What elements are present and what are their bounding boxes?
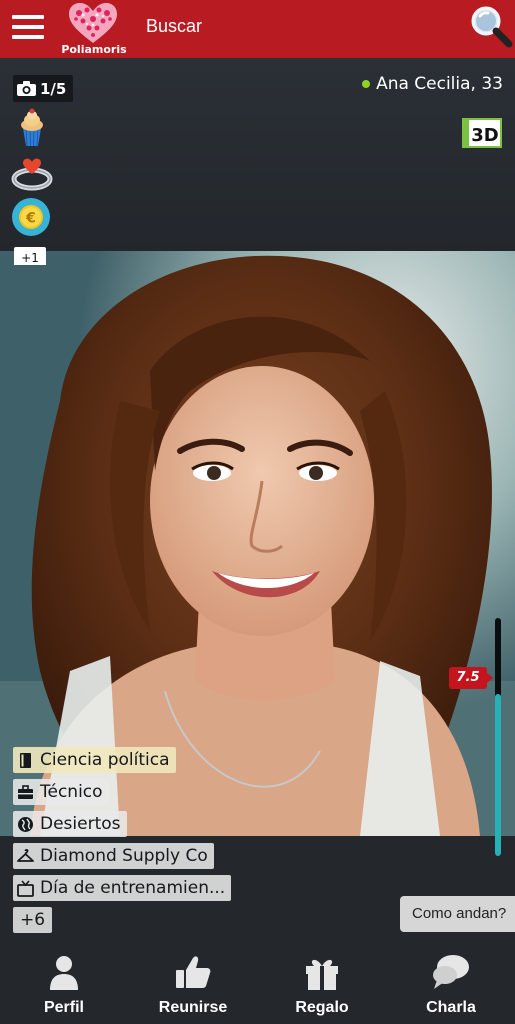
tv-icon <box>17 879 34 897</box>
online-status-dot <box>362 80 371 88</box>
tag-fashion[interactable]: Diamond Supply Co <box>13 843 214 869</box>
tag-occupation[interactable]: Técnico <box>13 779 109 805</box>
nav-label: Perfil <box>43 999 84 1016</box>
search-link[interactable]: Buscar <box>146 16 202 37</box>
nav-label: Charla <box>426 999 476 1016</box>
person-icon <box>50 956 78 990</box>
more-badges-counter[interactable]: +1 <box>14 247 46 265</box>
quick-message-bubble[interactable]: Como andan? <box>400 896 515 932</box>
app-logo[interactable]: Poliamoris <box>56 0 132 58</box>
book-icon <box>20 752 31 768</box>
nav-item-meet[interactable]: Reunirse <box>129 944 257 1024</box>
bottom-navigation: Perfil Reunirse Regalo Charla <box>0 944 515 1024</box>
search-icon[interactable] <box>468 3 514 49</box>
nav-label: Reunirse <box>158 999 228 1016</box>
rating-fill <box>495 694 501 856</box>
globe-icon <box>18 816 33 832</box>
nav-item-chat[interactable]: Charla <box>387 944 515 1024</box>
coin-icon[interactable]: € <box>11 197 51 237</box>
thumbs-up-icon <box>176 956 211 988</box>
user-name-text: Ana Cecilia, 33 <box>376 74 503 94</box>
rating-slider[interactable] <box>495 618 501 856</box>
rating-value-badge: 7.5 <box>449 667 493 689</box>
gift-icon <box>306 959 338 990</box>
ring-icon[interactable] <box>11 157 53 191</box>
tag-tv[interactable]: Día de entrenamien... <box>13 875 232 901</box>
heart-logo-icon <box>69 3 117 43</box>
photo-counter[interactable]: 1/5 <box>13 75 74 102</box>
camera-icon <box>17 81 36 96</box>
tag-travel[interactable]: Desiertos <box>13 811 127 837</box>
top-bar: Poliamoris Buscar <box>0 0 515 58</box>
tag-label: Desiertos <box>40 814 121 834</box>
logo-text: Poliamoris <box>61 43 127 56</box>
hamburger-menu-icon[interactable] <box>12 12 46 42</box>
tag-education[interactable]: Ciencia política <box>13 747 176 773</box>
chat-bubble-icon <box>433 955 469 989</box>
hanger-icon <box>17 848 34 862</box>
3d-view-icon[interactable]: 3D <box>462 118 502 148</box>
briefcase-icon <box>18 784 33 799</box>
tag-label: Técnico <box>40 782 103 802</box>
photo-counter-value: 1/5 <box>40 79 67 98</box>
tags-more-counter[interactable]: +6 <box>13 907 53 933</box>
nav-label: Regalo <box>295 999 349 1016</box>
tag-label: Día de entrenamien... <box>40 878 226 898</box>
user-name: Ana Cecilia, 33 <box>362 74 503 94</box>
svg-text:€: € <box>25 211 36 227</box>
nav-item-gift[interactable]: Regalo <box>258 944 386 1024</box>
nav-item-profile[interactable]: Perfil <box>0 944 128 1024</box>
tag-label: Ciencia política <box>40 750 170 770</box>
cupcake-icon[interactable] <box>17 108 47 148</box>
3d-label: 3D <box>471 125 498 146</box>
tag-label: Diamond Supply Co <box>40 846 208 866</box>
